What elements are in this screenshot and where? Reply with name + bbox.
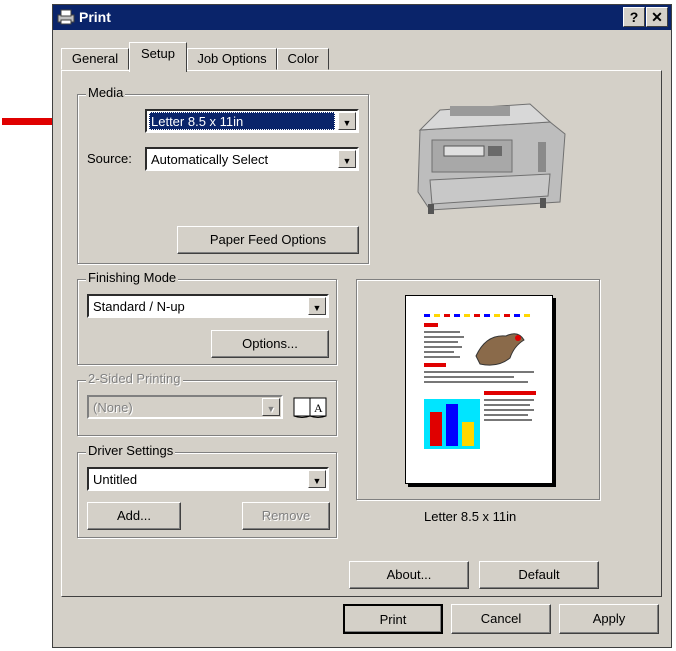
finishing-options-button[interactable]: Options... — [211, 330, 329, 358]
close-button[interactable]: ✕ — [646, 7, 668, 27]
print-button[interactable]: Print — [343, 604, 443, 634]
apply-button[interactable]: Apply — [559, 604, 659, 634]
default-button[interactable]: Default — [479, 561, 599, 589]
finishing-mode-label: Finishing Mode — [86, 270, 179, 285]
two-sided-printing-label: 2-Sided Printing — [86, 371, 183, 386]
source-label: Source: — [87, 151, 132, 166]
preview-caption: Letter 8.5 x 11in — [424, 509, 517, 524]
dropdown-arrow-icon[interactable]: ▼ — [308, 297, 326, 315]
tab-job-options[interactable]: Job Options — [187, 48, 277, 70]
add-driver-setting-button[interactable]: Add... — [87, 502, 181, 530]
dropdown-arrow-icon: ▼ — [262, 398, 280, 416]
media-group-label: Media — [86, 85, 126, 100]
driver-settings-combobox[interactable]: Untitled ▼ — [87, 467, 329, 491]
paper-feed-options-button[interactable]: Paper Feed Options — [177, 226, 359, 254]
preview-document-graphic — [424, 314, 536, 449]
media-size-combobox[interactable]: Letter 8.5 x 11in ▼ — [145, 109, 359, 133]
two-sided-value: (None) — [93, 400, 133, 415]
tab-color[interactable]: Color — [277, 48, 329, 70]
finishing-mode-value: Standard / N-up — [93, 299, 185, 314]
tab-setup[interactable]: Setup — [129, 42, 187, 72]
source-value: Automatically Select — [151, 152, 269, 167]
media-size-value: Letter 8.5 x 11in — [151, 114, 244, 129]
driver-settings-label: Driver Settings — [86, 443, 176, 458]
about-button[interactable]: About... — [349, 561, 469, 589]
dropdown-arrow-icon[interactable]: ▼ — [338, 112, 356, 130]
two-sided-combobox: (None) ▼ — [87, 395, 283, 419]
cancel-button[interactable]: Cancel — [451, 604, 551, 634]
dropdown-arrow-icon[interactable]: ▼ — [308, 470, 326, 488]
booklet-icon: A — [293, 397, 327, 418]
page-preview-image — [405, 295, 553, 484]
printer-app-icon — [57, 9, 75, 25]
tab-general[interactable]: General — [61, 48, 129, 70]
title-bar: Print ? ✕ — [53, 5, 671, 30]
dropdown-arrow-icon[interactable]: ▼ — [338, 150, 356, 168]
window-title: Print — [79, 9, 111, 25]
help-button[interactable]: ? — [623, 7, 645, 27]
printer-image — [417, 103, 566, 214]
finishing-mode-combobox[interactable]: Standard / N-up ▼ — [87, 294, 329, 318]
svg-text:A: A — [314, 401, 323, 415]
remove-driver-setting-button: Remove — [242, 502, 330, 530]
driver-settings-value: Untitled — [93, 472, 138, 487]
source-combobox[interactable]: Automatically Select ▼ — [145, 147, 359, 171]
